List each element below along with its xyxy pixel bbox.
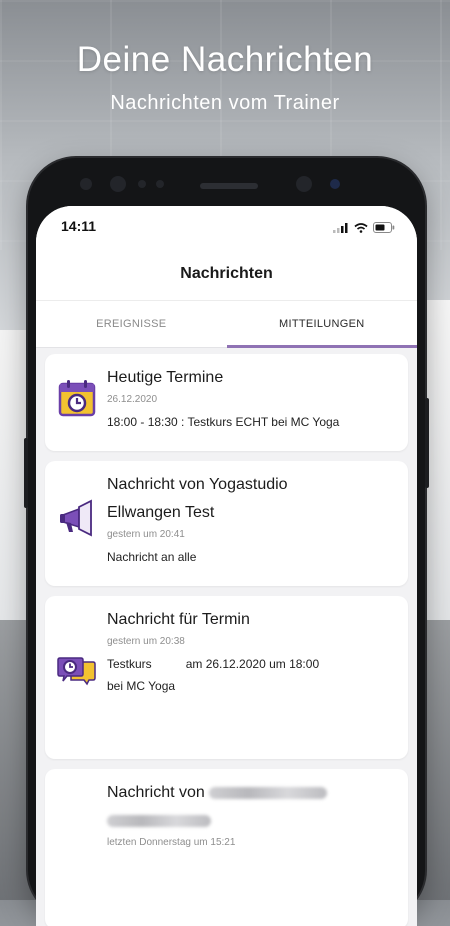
sensor-icon: [330, 179, 340, 189]
redacted-name: [209, 786, 328, 799]
battery-icon: [373, 222, 395, 233]
course-date: am 26.12.2020 um 18:00: [185, 657, 320, 671]
tab-ereignisse[interactable]: EREIGNISSE: [36, 301, 227, 347]
message-card[interactable]: Nachricht von letzten Donnerstag um 15:2…: [45, 769, 408, 926]
tab-bar: EREIGNISSE MITTEILUNGEN: [36, 301, 417, 348]
message-date: letzten Donnerstag um 15:21: [107, 837, 236, 848]
signal-icon: [333, 222, 348, 233]
page-title: Nachrichten: [180, 265, 273, 282]
front-camera-icon: [296, 176, 312, 192]
message-text: 18:00 - 18:30 : Testkurs ECHT bei MC Yog…: [107, 415, 340, 429]
message-text: Nachricht an alle: [107, 550, 197, 564]
sensor-icon: [110, 176, 126, 192]
redacted-name: [107, 815, 211, 827]
hero-title: Deine Nachrichten: [76, 40, 374, 79]
message-title: Nachricht für Termin: [107, 611, 250, 628]
phone-frame: 14:11 Nachrichten EREIGNISSE MITTEILUNGE…: [24, 158, 429, 926]
status-time: 14:11: [61, 218, 97, 234]
course-location: bei MC Yoga: [107, 679, 176, 693]
message-list: Heutige Termine 26.12.2020 18:00 - 18:30…: [36, 348, 417, 926]
message-title: Nachricht von: [107, 779, 396, 807]
message-date: gestern um 20:38: [107, 636, 185, 647]
message-card[interactable]: Heutige Termine 26.12.2020 18:00 - 18:30…: [45, 354, 408, 451]
message-card[interactable]: Nachricht von Yogastudio Ellwangen Test …: [45, 461, 408, 586]
message-date: gestern um 20:41: [107, 529, 185, 540]
sensor-icon: [156, 180, 164, 188]
app-screen: 14:11 Nachrichten EREIGNISSE MITTEILUNGE…: [36, 206, 417, 926]
hero-subtitle: Nachrichten vom Trainer: [110, 92, 340, 114]
message-title: Nachricht von Yogastudio: [107, 476, 288, 493]
message-card[interactable]: Nachricht für Termin gestern um 20:38 Te…: [45, 596, 408, 759]
message-text: Testkurs am 26.12.2020 um 18:00 bei MC Yo…: [107, 653, 396, 697]
navigation-header: Nachrichten: [36, 248, 417, 301]
message-title: Ellwangen Test: [107, 504, 215, 521]
volume-button: [24, 438, 28, 508]
message-date: 26.12.2020: [107, 394, 158, 405]
status-icons: [333, 222, 395, 233]
course-name: Testkurs: [107, 657, 152, 671]
speaker-grille: [200, 183, 258, 189]
calendar-clock-icon: [58, 380, 96, 417]
message-title: Heutige Termine: [107, 369, 224, 386]
status-bar: 14:11: [36, 206, 417, 248]
redacted-line: [107, 807, 396, 835]
wifi-icon: [354, 222, 368, 233]
sensor-icon: [138, 180, 146, 188]
power-button: [425, 398, 429, 488]
tab-mitteilungen[interactable]: MITTEILUNGEN: [226, 301, 418, 348]
chat-clock-icon: [57, 657, 96, 686]
phone-notch: [28, 158, 425, 213]
sensor-icon: [80, 178, 92, 190]
megaphone-icon: [60, 499, 92, 537]
